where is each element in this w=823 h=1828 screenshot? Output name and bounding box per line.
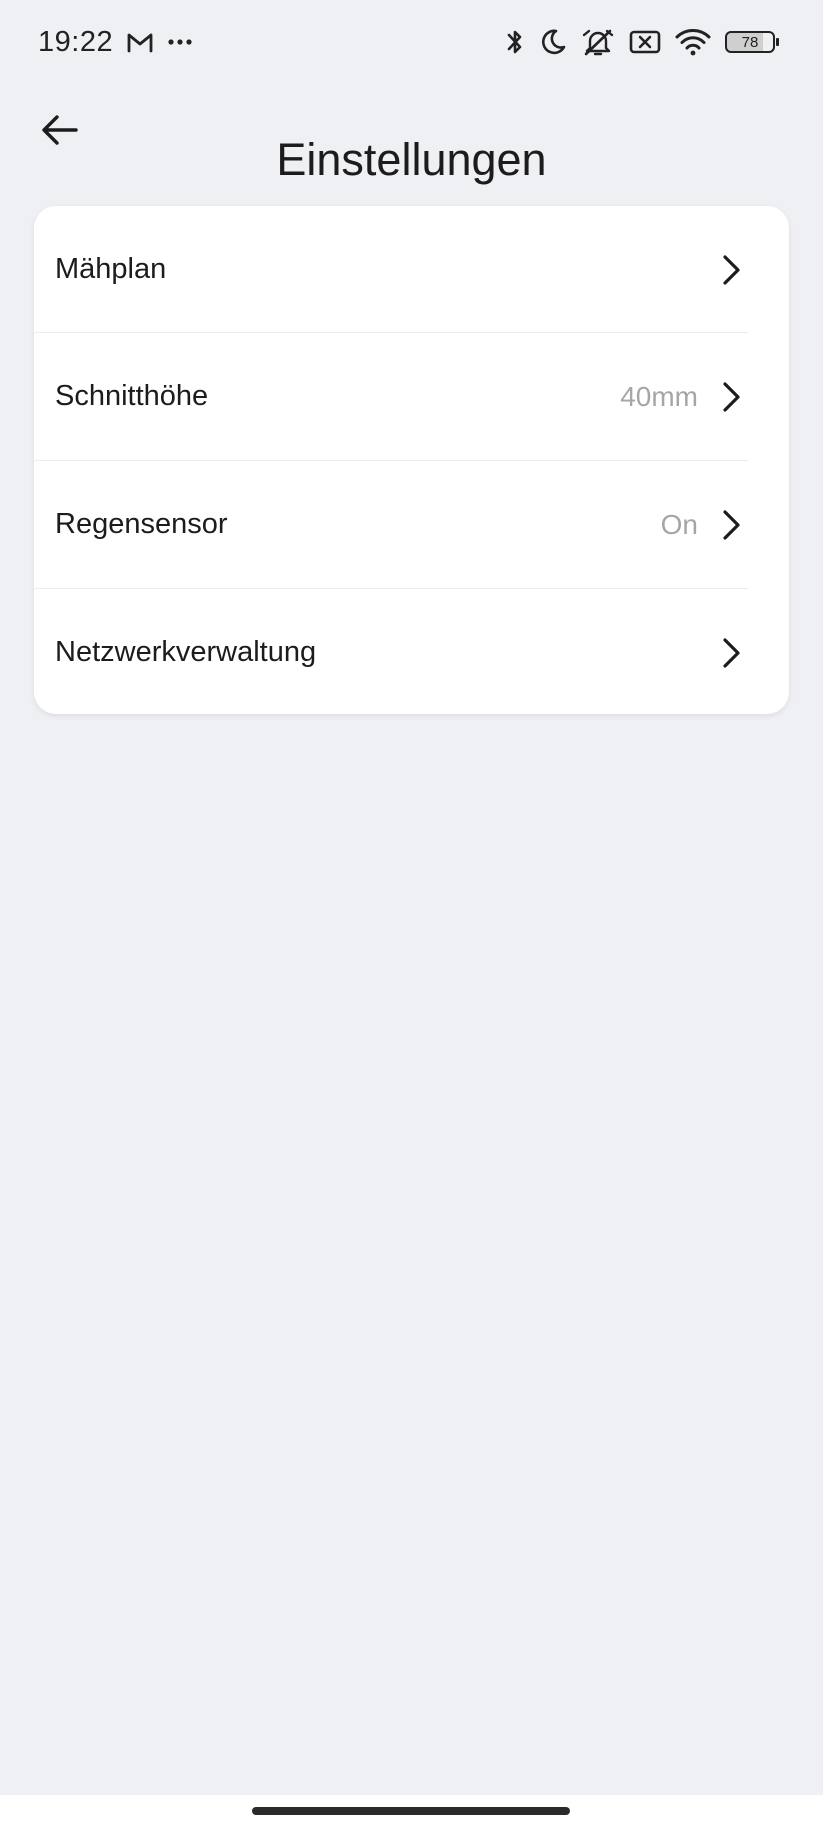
status-bar: 19:22 78 [0,0,823,84]
no-sim-icon [629,29,661,55]
home-indicator[interactable] [252,1807,570,1815]
chevron-right-icon [719,380,743,414]
status-right: 78 [505,22,779,62]
wifi-icon [675,28,711,56]
chevron-right-icon [719,636,743,670]
status-time: 19:22 [38,25,114,58]
settings-item-maehplan[interactable]: Mähplan [34,206,789,333]
settings-item-netzwerkverwaltung[interactable]: Netzwerkverwaltung [34,589,789,714]
settings-item-label: Regensensor [55,508,228,540]
alarm-off-icon [581,27,615,57]
settings-item-schnitthoehe[interactable]: Schnitthöhe 40mm [34,333,789,460]
more-dots-icon [167,38,193,46]
moon-icon [539,28,567,56]
chevron-right-icon [719,253,743,287]
gmail-icon [127,31,153,53]
header: Einstellungen [0,90,823,185]
settings-item-label: Mähplan [55,253,167,285]
settings-card: Mähplan Schnitthöhe 40mm Regensensor On … [34,206,789,714]
status-left: 19:22 [38,22,193,62]
bluetooth-icon [505,27,525,57]
settings-item-label: Netzwerkverwaltung [55,636,317,668]
battery-icon: 78 [725,31,779,53]
settings-item-regensensor[interactable]: Regensensor On [34,461,789,588]
battery-level: 78 [741,33,759,51]
chevron-right-icon [719,508,743,542]
page-title: Einstellungen [276,134,547,186]
settings-item-value: 40mm [620,380,698,412]
settings-item-value: On [660,508,698,540]
settings-item-label: Schnitthöhe [55,380,209,412]
